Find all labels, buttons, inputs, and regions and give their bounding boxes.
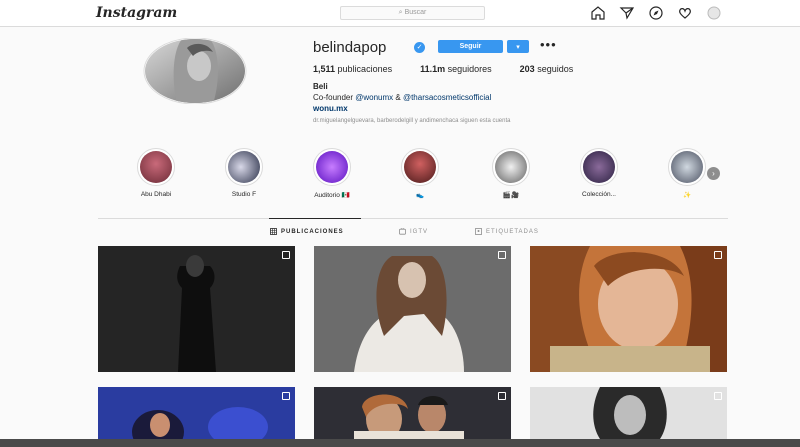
grid-icon xyxy=(270,228,277,235)
tabs-divider xyxy=(98,218,728,219)
highlight-label: Abu Dhabi xyxy=(140,191,172,198)
story-highlight[interactable]: Studio F xyxy=(212,148,276,198)
highlight-label: Colección... xyxy=(582,191,616,198)
search-placeholder: Buscar xyxy=(404,9,427,16)
highlight-thumbnail xyxy=(495,151,527,183)
story-highlight[interactable]: 👟 xyxy=(388,148,452,199)
multi-post-icon xyxy=(714,392,722,400)
highlight-thumbnail xyxy=(228,151,260,183)
highlight-label: Auditorio 🇲🇽 xyxy=(314,192,350,199)
profile-bio: Co-founder @wonumx & @tharsacosmeticsoff… xyxy=(313,93,491,102)
multi-post-icon xyxy=(498,392,506,400)
highlight-ring xyxy=(580,148,618,186)
highlight-ring xyxy=(668,148,706,186)
highlight-ring xyxy=(313,148,351,186)
tab-tagged-label: ETIQUETADAS xyxy=(486,228,539,235)
igtv-icon xyxy=(399,228,406,235)
highlight-ring xyxy=(492,148,530,186)
story-highlight[interactable]: Auditorio 🇲🇽 xyxy=(300,148,364,199)
story-highlight[interactable]: Colección... xyxy=(567,148,631,198)
followed-by-text[interactable]: dr.miguelangelguevara, barberodelgill y … xyxy=(313,118,510,124)
highlight-ring xyxy=(401,148,439,186)
profile-full-name: Beli xyxy=(313,82,328,91)
tab-tagged[interactable]: ETIQUETADAS xyxy=(475,228,539,235)
tab-posts-label: PUBLICACIONES xyxy=(281,228,344,235)
follow-button[interactable]: Seguir xyxy=(438,40,503,53)
followers-count-value: 11.1m xyxy=(420,64,446,74)
multi-post-icon xyxy=(282,251,290,259)
highlight-label: Studio F xyxy=(231,191,257,198)
post-thumbnail[interactable] xyxy=(530,246,727,372)
search-icon: ⌕ xyxy=(398,9,403,16)
posts-count-label: publicaciones xyxy=(337,64,393,74)
profile-website-link[interactable]: wonu.mx xyxy=(313,104,348,113)
highlight-label: 🎬🎥 xyxy=(502,192,520,199)
posts-count-value: 1,511 xyxy=(313,64,336,74)
highlight-ring xyxy=(225,148,263,186)
bio-mention-link[interactable]: @tharsacosmeticsofficial xyxy=(403,93,491,102)
multi-post-icon xyxy=(498,251,506,259)
search-input[interactable]: ⌕ Buscar xyxy=(340,6,485,20)
post-thumbnail[interactable] xyxy=(314,387,511,439)
post-thumbnail[interactable] xyxy=(98,246,295,372)
followers-count-label: seguidores xyxy=(447,64,492,74)
profile-avatar[interactable] xyxy=(143,37,247,105)
bio-mention-link[interactable]: @wonumx xyxy=(355,93,393,102)
multi-post-icon xyxy=(282,392,290,400)
bio-separator: & xyxy=(393,93,403,102)
heart-icon[interactable] xyxy=(677,5,693,21)
following-count[interactable]: 203 seguidos xyxy=(520,64,574,74)
story-highlight[interactable]: Abu Dhabi xyxy=(124,148,188,198)
followers-count[interactable]: 11.1m seguidores xyxy=(420,64,492,74)
highlight-ring xyxy=(137,148,175,186)
highlight-thumbnail xyxy=(671,151,703,183)
profile-icon[interactable] xyxy=(706,5,722,21)
tab-igtv[interactable]: IGTV xyxy=(399,228,428,235)
top-nav-bar: Instagram ⌕ Buscar xyxy=(0,0,800,27)
verified-badge-icon: ✓ xyxy=(414,42,425,53)
following-count-label: seguidos xyxy=(537,64,574,74)
bio-text: Co-founder xyxy=(313,93,356,102)
highlight-thumbnail xyxy=(404,151,436,183)
highlight-label: ✨ xyxy=(682,192,692,199)
post-thumbnail[interactable] xyxy=(98,387,295,439)
tab-igtv-label: IGTV xyxy=(410,228,429,235)
highlight-thumbnail xyxy=(140,151,172,183)
explore-icon[interactable] xyxy=(648,5,664,21)
tag-icon xyxy=(475,228,482,235)
active-tab-indicator xyxy=(269,218,361,219)
multi-post-icon xyxy=(714,251,722,259)
post-thumbnail[interactable] xyxy=(314,246,511,372)
profile-stats: 1,511 publicaciones 11.1m seguidores 203… xyxy=(313,64,601,74)
highlight-thumbnail xyxy=(316,151,348,183)
story-highlight[interactable]: 🎬🎥 xyxy=(479,148,543,199)
highlights-next-arrow-icon[interactable]: › xyxy=(707,167,720,180)
bottom-overlay-bar xyxy=(0,439,800,447)
direct-icon[interactable] xyxy=(619,5,635,21)
profile-username: belindapop xyxy=(313,39,387,56)
tab-posts[interactable]: PUBLICACIONES xyxy=(270,228,344,235)
highlight-label: 👟 xyxy=(415,192,425,199)
instagram-logo[interactable]: Instagram xyxy=(96,5,177,21)
home-icon[interactable] xyxy=(590,5,606,21)
suggested-dropdown-button[interactable]: ▾ xyxy=(507,40,529,53)
following-count-value: 203 xyxy=(519,64,535,74)
posts-count: 1,511 publicaciones xyxy=(313,64,392,74)
post-thumbnail[interactable] xyxy=(530,387,727,439)
highlight-thumbnail xyxy=(583,151,615,183)
more-options-button[interactable]: ••• xyxy=(540,38,557,51)
